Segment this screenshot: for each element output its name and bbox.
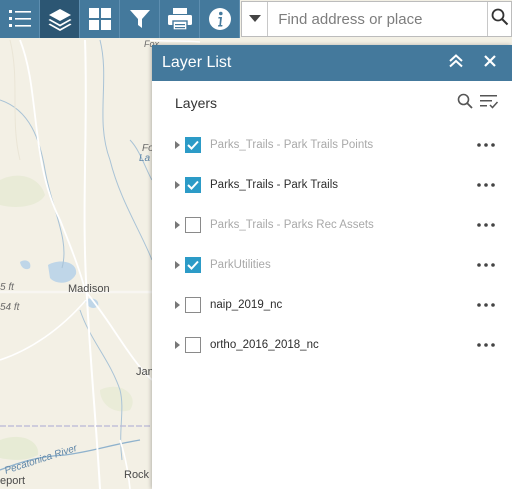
layer-more-options-button[interactable] <box>471 295 501 315</box>
layer-more-options-button[interactable] <box>471 255 501 275</box>
search-widget <box>241 1 512 37</box>
layer-row: ortho_2016_2018_nc <box>152 325 512 365</box>
layer-name: naip_2019_nc <box>210 299 283 311</box>
layer-row: Parks_Trails - Parks Rec Assets <box>152 205 512 245</box>
map-label-madison: Madison <box>68 283 110 295</box>
expand-arrow-icon[interactable] <box>173 340 181 350</box>
layer-visibility-checkbox[interactable] <box>185 137 201 153</box>
layer-options-button[interactable] <box>478 92 500 114</box>
layer-visibility-checkbox[interactable] <box>185 177 201 193</box>
layer-visibility-checkbox[interactable] <box>185 257 201 273</box>
print-icon <box>167 7 193 31</box>
expand-arrow-icon[interactable] <box>173 140 181 150</box>
info-icon <box>208 7 232 31</box>
more-dots-icon <box>477 263 495 267</box>
layer-row: Parks_Trails - Park Trails <box>152 165 512 205</box>
layer-name: Parks_Trails - Parks Rec Assets <box>210 219 374 231</box>
layer-list-button[interactable] <box>40 0 80 38</box>
search-layers-button[interactable] <box>454 92 476 114</box>
map-label-elevation-2: 54 ft <box>0 302 20 313</box>
layer-list-panel: Layer List Layers Parks_Trails - Park Tr… <box>152 45 512 489</box>
search-input[interactable] <box>268 2 488 36</box>
layer-visibility-checkbox[interactable] <box>185 337 201 353</box>
layer-visibility-checkbox[interactable] <box>185 217 201 233</box>
search-icon <box>491 8 509 31</box>
layers-icon <box>47 7 73 31</box>
filter-icon <box>129 8 151 30</box>
about-button[interactable] <box>200 0 240 38</box>
more-dots-icon <box>477 223 495 227</box>
layer-list: Parks_Trails - Park Trails Points Parks_… <box>152 125 512 365</box>
layer-legend-icon <box>8 8 32 30</box>
search-button[interactable] <box>487 2 511 36</box>
collapse-panel-button[interactable] <box>444 51 468 75</box>
close-panel-button[interactable] <box>478 51 502 75</box>
basemap-gallery-button[interactable] <box>80 0 120 38</box>
list-options-icon <box>479 93 499 114</box>
layer-name: ortho_2016_2018_nc <box>210 339 319 351</box>
filter-button[interactable] <box>120 0 160 38</box>
panel-title: Layer List <box>162 54 232 71</box>
print-button[interactable] <box>160 0 200 38</box>
map-label-elevation-1: 5 ft <box>0 282 14 293</box>
basemap-gallery-icon <box>88 7 112 31</box>
legend-button[interactable] <box>0 0 40 38</box>
double-chevron-up-icon <box>449 53 463 73</box>
search-icon <box>457 93 473 114</box>
search-source-dropdown[interactable] <box>242 2 269 36</box>
caret-down-icon <box>248 10 261 28</box>
more-dots-icon <box>477 303 495 307</box>
more-dots-icon <box>477 343 495 347</box>
layer-more-options-button[interactable] <box>471 215 501 235</box>
layer-name: Parks_Trails - Park Trails <box>210 179 339 191</box>
layer-name: ParkUtilities <box>210 259 271 271</box>
layer-more-options-button[interactable] <box>471 335 501 355</box>
layer-more-options-button[interactable] <box>471 135 501 155</box>
layers-heading: Layers <box>175 95 218 111</box>
more-dots-icon <box>477 143 495 147</box>
layer-visibility-checkbox[interactable] <box>185 297 201 313</box>
more-dots-icon <box>477 183 495 187</box>
expand-arrow-icon[interactable] <box>173 180 181 190</box>
layer-row: Parks_Trails - Park Trails Points <box>152 125 512 165</box>
map-label-report: eport <box>0 475 26 487</box>
expand-arrow-icon[interactable] <box>173 220 181 230</box>
close-icon <box>484 54 496 72</box>
widget-toolbar <box>0 0 240 38</box>
map-label-la: La <box>139 153 151 164</box>
layer-name: Parks_Trails - Park Trails Points <box>210 139 374 151</box>
layer-row: naip_2019_nc <box>152 285 512 325</box>
layer-more-options-button[interactable] <box>471 175 501 195</box>
panel-header: Layer List <box>152 45 512 81</box>
layer-row: ParkUtilities <box>152 245 512 285</box>
expand-arrow-icon[interactable] <box>173 260 181 270</box>
expand-arrow-icon[interactable] <box>173 300 181 310</box>
layers-toolbar: Layers <box>152 81 512 125</box>
map-label-rock: Rock <box>124 469 150 481</box>
